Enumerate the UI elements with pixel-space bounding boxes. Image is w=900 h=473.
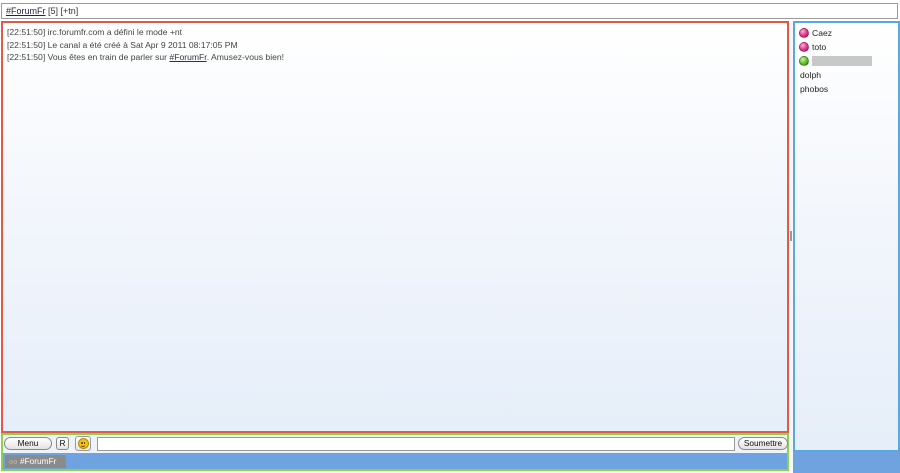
channel-tab-bar: ○○ #ForumFr xyxy=(3,453,787,469)
splitter-grip-icon xyxy=(790,231,792,241)
chat-message-text: . Amusez-vous bien! xyxy=(206,52,285,62)
user-list-item[interactable]: toto xyxy=(799,40,894,54)
input-panel: Menu R Soumettre ○○ #ForumFr xyxy=(1,433,789,471)
user-list-item[interactable] xyxy=(799,54,894,68)
chat-message: [22:51:50] Le canal a été créé à Sat Apr… xyxy=(7,39,783,52)
chat-message-text: [22:51:50] irc.forumfr.com a défini le m… xyxy=(7,27,183,37)
user-nick: dolph xyxy=(800,70,822,80)
redacted-nick xyxy=(812,56,872,66)
channel-topic-bar: #ForumFr [5] [+tn] xyxy=(1,3,898,19)
user-list-item[interactable]: phobos xyxy=(799,82,894,96)
emoticon-button[interactable] xyxy=(75,436,91,451)
user-list-item[interactable]: Caez xyxy=(799,26,894,40)
voice-status-icon xyxy=(799,56,809,66)
topic-modes: [5] [+tn] xyxy=(45,6,79,16)
user-nick: toto xyxy=(812,42,827,52)
r-button[interactable]: R xyxy=(56,437,69,450)
submit-button[interactable]: Soumettre xyxy=(738,437,788,450)
input-toolbar: Menu R Soumettre xyxy=(3,435,788,453)
smiley-icon xyxy=(77,438,89,449)
chat-message-area[interactable]: [22:51:50] irc.forumfr.com a défini le m… xyxy=(1,21,789,433)
message-input[interactable] xyxy=(97,437,735,451)
operator-status-icon xyxy=(799,42,809,52)
message-channel-link[interactable]: #ForumFr xyxy=(169,52,206,62)
chat-message: [22:51:50] Vous êtes en train de parler … xyxy=(7,51,783,64)
tab-label: #ForumFr xyxy=(20,456,57,466)
chat-message-text: [22:51:50] Vous êtes en train de parler … xyxy=(7,52,170,62)
nicklist-footer xyxy=(793,452,900,473)
operator-status-icon xyxy=(799,28,809,38)
user-nick: phobos xyxy=(800,84,829,94)
user-list: Caez toto dolph phobos xyxy=(793,21,900,452)
chat-message: [22:51:50] irc.forumfr.com a défini le m… xyxy=(7,26,783,39)
user-list-item[interactable]: dolph xyxy=(799,68,894,82)
tab-forumfr[interactable]: ○○ #ForumFr xyxy=(5,455,66,468)
channel-icon: ○○ xyxy=(9,459,18,466)
topic-channel-link[interactable]: #ForumFr xyxy=(6,6,46,16)
user-nick: Caez xyxy=(812,28,833,38)
chat-message-text: [22:51:50] Le canal a été créé à Sat Apr… xyxy=(7,39,238,50)
menu-button[interactable]: Menu xyxy=(4,437,52,450)
